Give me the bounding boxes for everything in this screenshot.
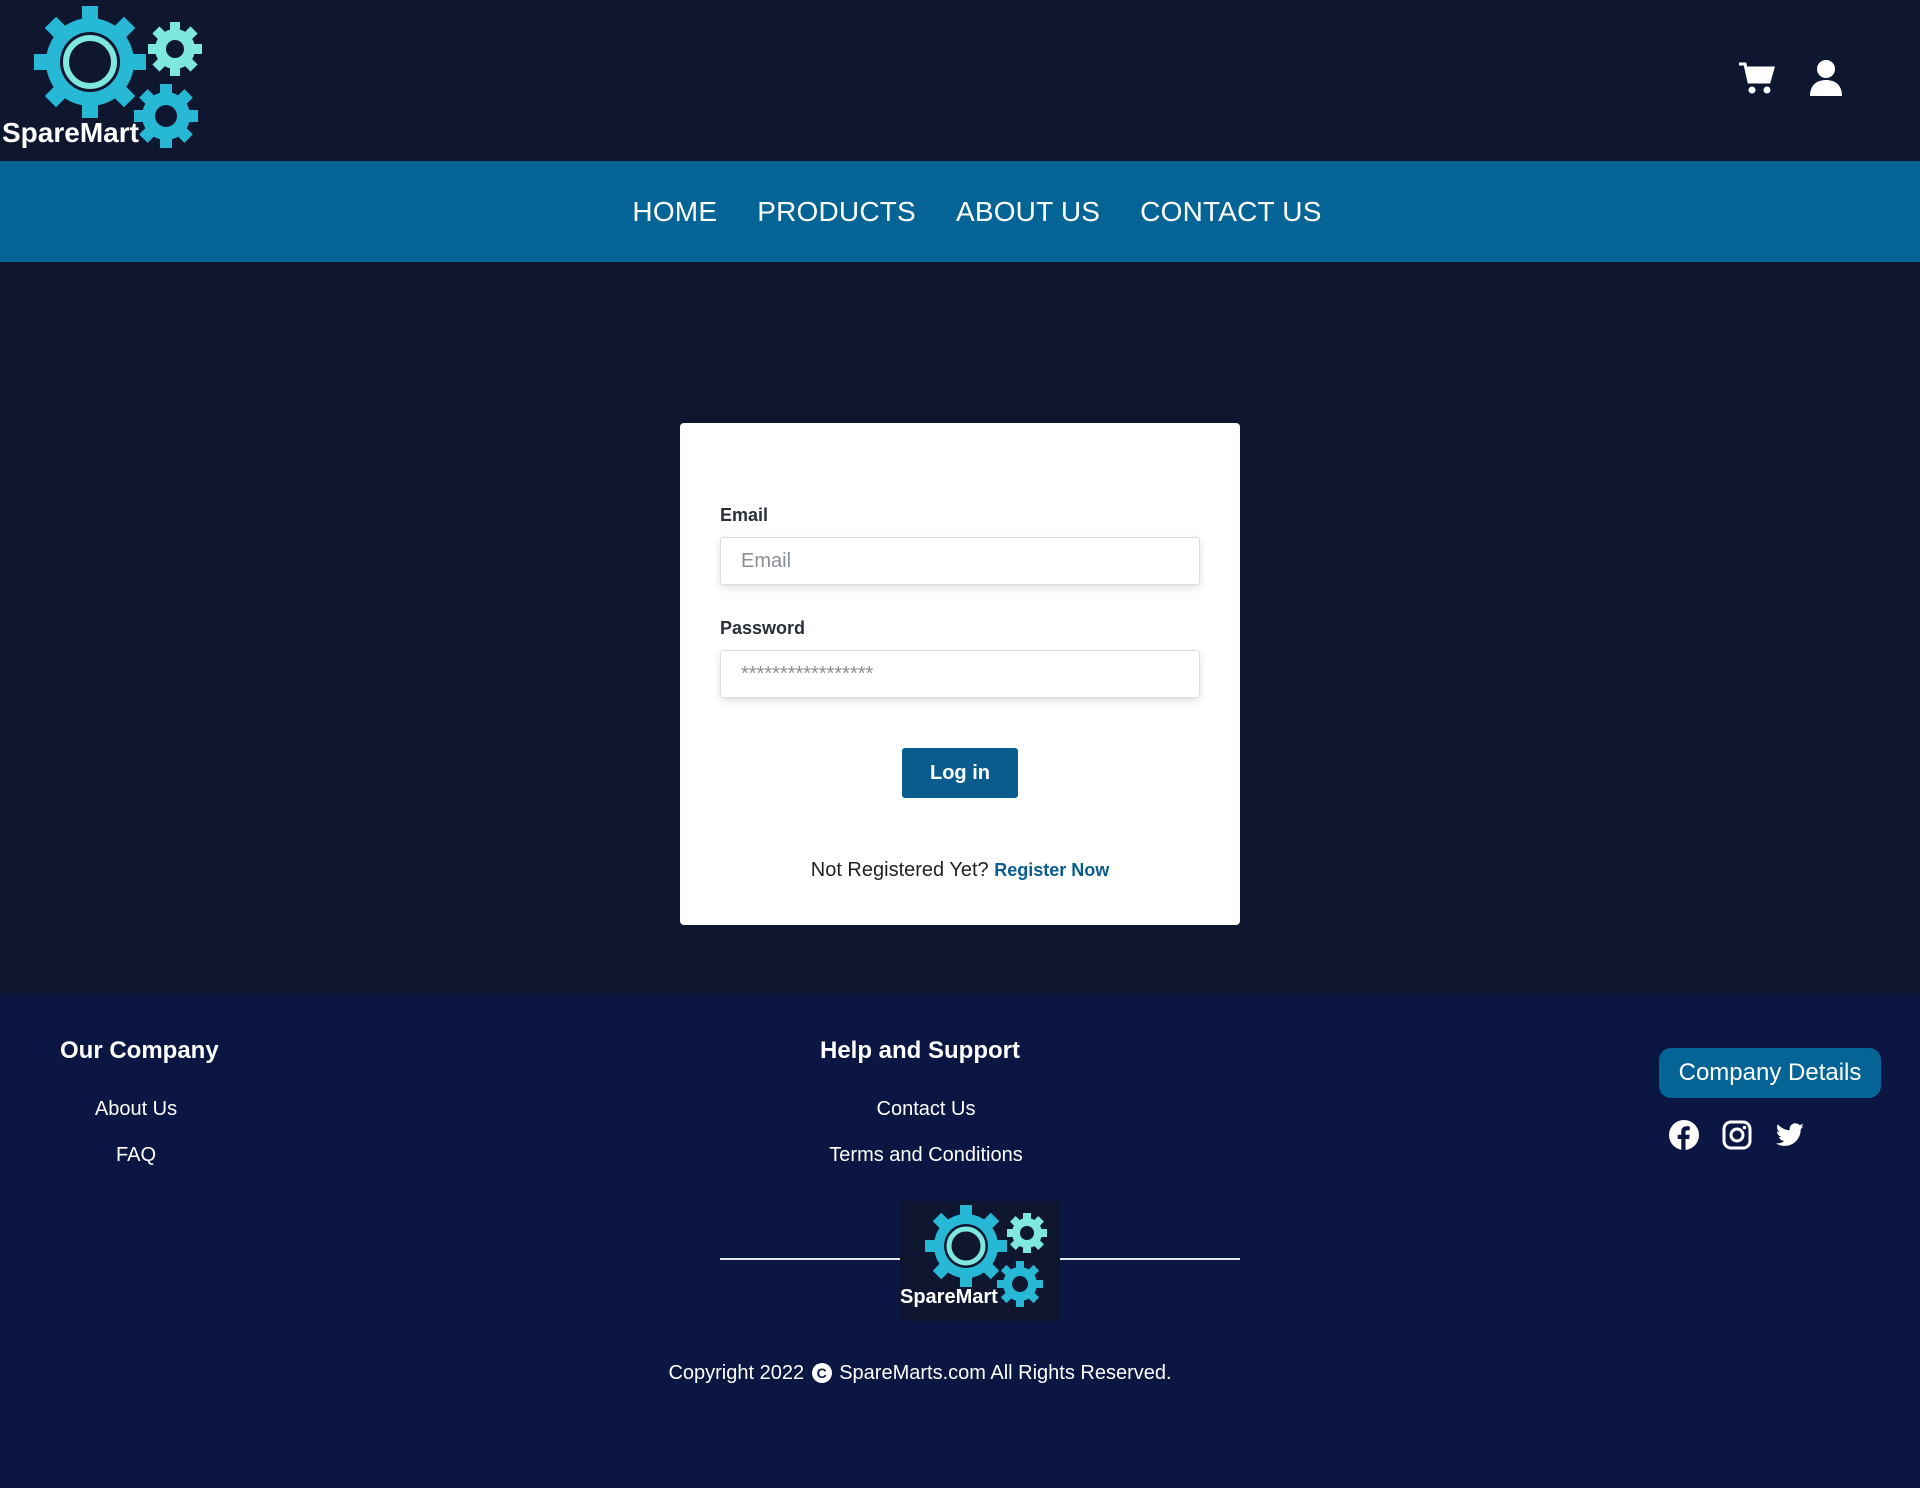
login-button[interactable]: Log in bbox=[902, 748, 1018, 798]
company-details-button[interactable]: Company Details bbox=[1659, 1048, 1881, 1098]
our-company-title: Our Company bbox=[60, 1037, 219, 1064]
copyright-prefix: Copyright 2022 bbox=[668, 1362, 805, 1384]
nav-home[interactable]: HOME bbox=[632, 196, 717, 228]
facebook-icon[interactable] bbox=[1668, 1119, 1700, 1151]
password-label: Password bbox=[720, 618, 806, 638]
nav-contact-us[interactable]: CONTACT US bbox=[1140, 196, 1321, 228]
footer-link-faq[interactable]: FAQ bbox=[60, 1144, 212, 1167]
top-header: SpareMart bbox=[0, 0, 1920, 161]
cart-icon[interactable] bbox=[1737, 58, 1777, 98]
nav-about-us[interactable]: ABOUT US bbox=[956, 196, 1100, 228]
copyright-suffix: SpareMarts.com All Rights Reserved. bbox=[839, 1362, 1172, 1384]
nav-products[interactable]: PRODUCTS bbox=[757, 196, 916, 228]
footer-logo-text: SpareMart bbox=[900, 1286, 998, 1308]
footer-divider-left bbox=[720, 1258, 900, 1260]
copyright-text: Copyright 2022 C SpareMarts.com All Righ… bbox=[0, 1362, 1840, 1385]
footer-link-contact-us[interactable]: Contact Us bbox=[776, 1098, 1076, 1121]
site-footer: Our Company About Us FAQ Help and Suppor… bbox=[0, 995, 1920, 1488]
email-field[interactable] bbox=[720, 537, 1200, 585]
main-nav: HOME PRODUCTS ABOUT US CONTACT US bbox=[0, 161, 1920, 262]
password-field[interactable] bbox=[720, 650, 1200, 698]
help-support-title: Help and Support bbox=[820, 1037, 1020, 1064]
sparemart-logo[interactable]: SpareMart bbox=[0, 4, 210, 154]
twitter-icon[interactable] bbox=[1774, 1119, 1806, 1151]
email-label: Email bbox=[720, 505, 769, 525]
register-prompt-line: Not Registered Yet? Register Now bbox=[680, 859, 1240, 882]
footer-logo: SpareMart bbox=[900, 1201, 1060, 1321]
logo-text: SpareMart bbox=[2, 117, 139, 148]
footer-divider-right bbox=[1060, 1258, 1240, 1260]
login-card: Email Password Log in Not Registered Yet… bbox=[680, 423, 1240, 925]
register-prompt: Not Registered Yet? bbox=[810, 859, 989, 881]
copyright-icon: C bbox=[811, 1363, 832, 1383]
instagram-icon[interactable] bbox=[1721, 1119, 1753, 1151]
footer-link-terms[interactable]: Terms and Conditions bbox=[776, 1144, 1076, 1167]
register-now-link[interactable]: Register Now bbox=[994, 860, 1109, 880]
footer-link-about-us[interactable]: About Us bbox=[60, 1098, 212, 1121]
user-icon[interactable] bbox=[1806, 58, 1846, 98]
